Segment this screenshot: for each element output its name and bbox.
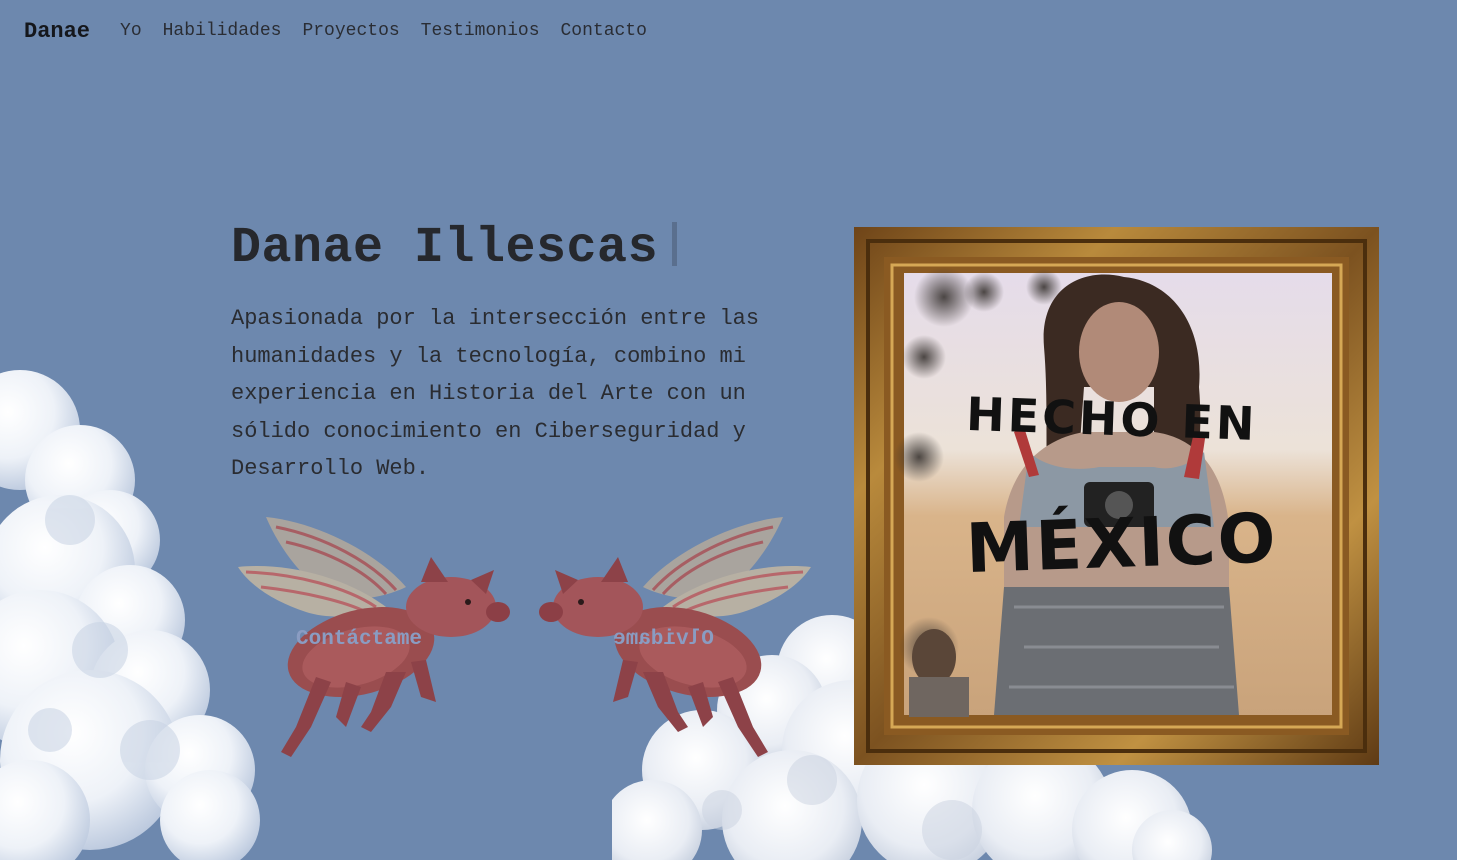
contact-button[interactable]: Contáctame <box>236 512 511 774</box>
navbar: Danae Yo Habilidades Proyectos Testimoni… <box>0 0 1457 62</box>
forget-button[interactable]: Olvidame <box>538 512 813 774</box>
typing-caret <box>672 222 678 266</box>
nav-link-habilidades[interactable]: Habilidades <box>163 21 282 41</box>
cloud-left <box>0 370 260 860</box>
brand-link[interactable]: Danae <box>24 19 90 44</box>
nav-link-proyectos[interactable]: Proyectos <box>302 21 399 41</box>
nav-link-testimonios[interactable]: Testimonios <box>421 21 540 41</box>
nav-link-contacto[interactable]: Contacto <box>561 21 647 41</box>
hero-title-text: Danae Illescas <box>231 220 659 277</box>
hero-description: Apasionada por la intersección entre las… <box>231 306 760 481</box>
page: Danae Yo Habilidades Proyectos Testimoni… <box>0 0 1457 860</box>
contact-button-label: Contáctame <box>296 628 423 651</box>
hero-title: Danae Illescas <box>231 220 678 277</box>
forget-button-label: Olvidame <box>613 628 714 651</box>
mirror-text-line1: HECHO EN <box>965 387 1258 451</box>
nav-link-yo[interactable]: Yo <box>120 21 142 41</box>
mirror-text-line2: MÉXICO <box>965 498 1279 589</box>
portrait-image: HECHO EN MÉXICO <box>854 227 1379 765</box>
